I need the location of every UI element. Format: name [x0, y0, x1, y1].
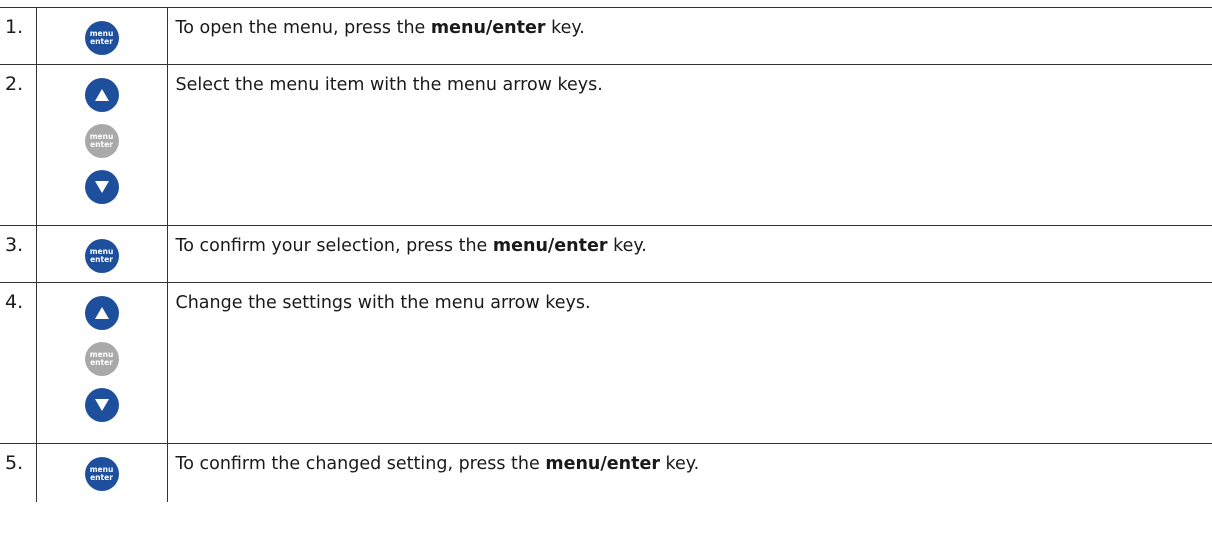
step-keys: menu enter — [36, 225, 168, 283]
key-label-enter: enter — [90, 37, 113, 46]
step-instruction: Select the menu item with the menu arrow… — [167, 64, 1212, 226]
step-number: 4. — [0, 282, 37, 444]
down-arrow-key-icon[interactable] — [84, 170, 119, 204]
step-instruction: Change the settings with the menu arrow … — [167, 282, 1212, 444]
step-instruction: To open the menu, press the menu/enter k… — [167, 7, 1212, 65]
menu-enter-key-icon[interactable]: menu enter — [84, 239, 119, 273]
menu-enter-key-inactive-icon: menu enter — [84, 124, 119, 158]
step-keys: menu enter — [36, 443, 168, 502]
key-label-enter: enter — [90, 140, 113, 149]
key-label-enter: enter — [90, 473, 113, 482]
step-instruction: To confirm the changed setting, press th… — [167, 443, 1212, 502]
step-number: 1. — [0, 7, 37, 65]
step-keys: menu enter — [36, 7, 168, 65]
steps-table: 1. menu enter To open the menu, press th… — [0, 7, 1212, 502]
step-row-2: 2. menu enter Select the menu item with … — [0, 64, 1212, 226]
step-keys: menu enter — [36, 64, 168, 226]
menu-enter-key-icon[interactable]: menu enter — [84, 457, 119, 491]
step-number: 5. — [0, 443, 37, 502]
step-row-4: 4. menu enter Change the settings with t… — [0, 282, 1212, 444]
step-row-1: 1. menu enter To open the menu, press th… — [0, 7, 1212, 65]
up-arrow-key-icon[interactable] — [84, 296, 119, 330]
menu-enter-key-icon[interactable]: menu enter — [84, 21, 119, 55]
step-row-5: 5. menu enter To confirm the changed set… — [0, 443, 1212, 502]
step-instruction: To confirm your selection, press the men… — [167, 225, 1212, 283]
key-label-enter: enter — [90, 358, 113, 367]
down-arrow-key-icon[interactable] — [84, 388, 119, 422]
step-number: 3. — [0, 225, 37, 283]
menu-enter-key-inactive-icon: menu enter — [84, 342, 119, 376]
key-label-enter: enter — [90, 255, 113, 264]
up-arrow-key-icon[interactable] — [84, 78, 119, 112]
step-row-3: 3. menu enter To confirm your selection,… — [0, 225, 1212, 283]
step-number: 2. — [0, 64, 37, 226]
step-keys: menu enter — [36, 282, 168, 444]
